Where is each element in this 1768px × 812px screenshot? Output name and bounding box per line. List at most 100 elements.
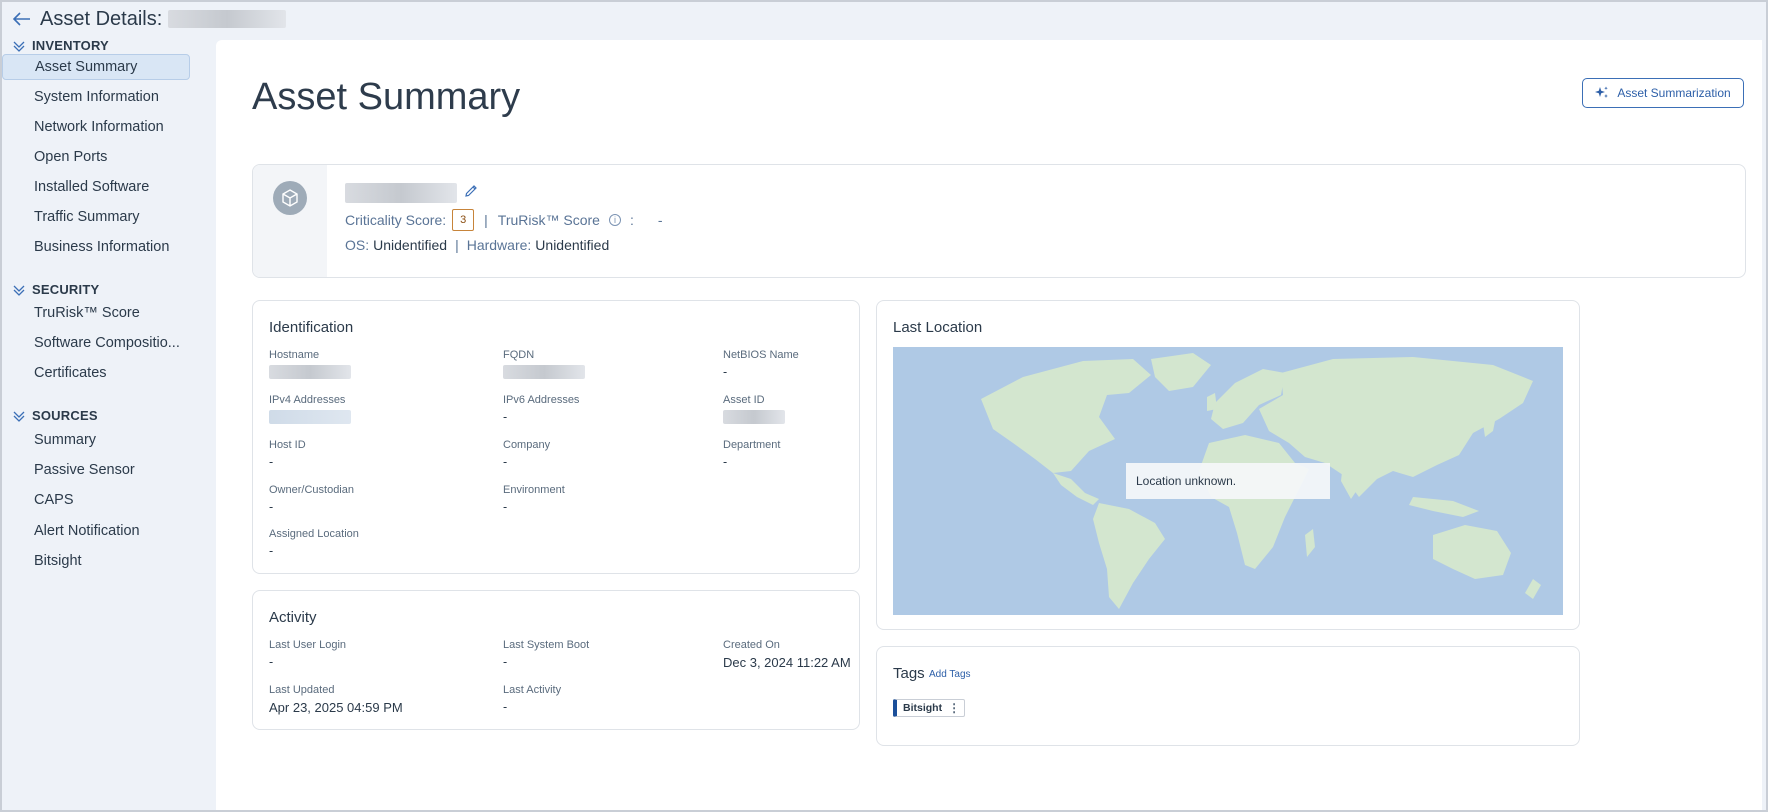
sidebar-item-system-information[interactable]: System Information [2,84,190,110]
sidebar-item-open-ports[interactable]: Open Ports [2,144,190,170]
os-value: Unidentified [373,237,448,253]
field-label: IPv6 Addresses [503,394,580,406]
os-label: OS: [345,237,370,253]
field-label: Assigned Location [269,528,359,540]
page-title: Asset Summary [252,76,521,118]
info-icon[interactable]: i [608,214,621,226]
last-user-login-field: Last User Login - [269,639,346,669]
section-sources-header[interactable]: SOURCES [12,408,98,423]
hardware-value: Unidentified [535,237,610,253]
field-label: NetBIOS Name [723,349,799,361]
asset-header-card: Criticality Score: 3 | TruRisk™ Score i … [252,164,1746,278]
section-sources-title: SOURCES [32,408,98,423]
identification-title: Identification [269,319,354,336]
sidebar-item-traffic-summary[interactable]: Traffic Summary [2,204,190,230]
tag-chip[interactable]: Bitsight ⋮ [893,699,966,717]
field-value: - [503,700,508,714]
sidebar-item-certificates[interactable]: Certificates [2,360,190,386]
trurisk-colon: : [629,212,634,228]
field-value: - [503,410,508,424]
page-header-title: Asset Details: [40,7,163,30]
sparkle-icon [1595,86,1609,98]
back-arrow-icon[interactable] [12,9,32,29]
score-row: Criticality Score: 3 | TruRisk™ Score i … [345,209,663,231]
sidebar-item-bitsight[interactable]: Bitsight [2,548,190,574]
field-value: Dec 3, 2024 11:22 AM [723,655,851,670]
sidebar-item-network-information[interactable]: Network Information [2,114,190,140]
section-security-header[interactable]: SECURITY [12,282,99,297]
field-label: Company [503,439,551,451]
field-value: - [503,455,508,469]
last-location-title: Last Location [893,319,983,336]
tags-title: Tags [893,665,925,682]
field-value: - [269,544,274,558]
field-value: - [723,455,728,469]
field-value: - [723,365,728,379]
environment-field: Environment - [503,484,565,514]
section-inventory-header[interactable]: INVENTORY [12,38,109,53]
field-label: Host ID [269,439,306,451]
pencil-edit-icon[interactable] [463,183,479,199]
field-label: Department [723,439,781,451]
created-on-field: Created On Dec 3, 2024 11:22 AM [723,639,851,670]
field-label: IPv4 Addresses [269,394,346,406]
sidebar-item-caps[interactable]: CAPS [2,487,190,513]
asset-id-field: Asset ID [723,394,785,429]
last-location-card: Last Location Location unknown. [876,300,1580,630]
field-label: Last System Boot [503,639,590,651]
last-updated-field: Last Updated Apr 23, 2025 04:59 PM [269,684,403,715]
ipv6-field: IPv6 Addresses - [503,394,579,424]
section-inventory-title: INVENTORY [32,38,109,53]
owner-field: Owner/Custodian - [269,484,354,514]
chevron-down-icon [13,41,25,52]
field-label: Owner/Custodian [269,484,354,496]
sidebar: INVENTORY Asset Summary System Informati… [0,38,214,808]
ipv4-field: IPv4 Addresses [269,394,351,429]
field-value: - [503,655,508,669]
activity-card: Activity Last User Login - Last System B… [252,590,860,730]
asset-name-redacted [345,183,457,203]
os-hardware-row: OS: Unidentified | Hardware: Unidentifie… [345,237,609,253]
field-value: Apr 23, 2025 04:59 PM [269,700,403,715]
fqdn-redacted [503,365,585,379]
sidebar-item-asset-summary[interactable]: Asset Summary [2,54,190,80]
field-label: Last User Login [269,639,347,651]
sidebar-item-business-information[interactable]: Business Information [2,234,190,260]
asset-summarization-button[interactable]: Asset Summarization [1582,78,1744,108]
hardware-label: Hardware: [466,237,532,253]
sidebar-item-summary[interactable]: Summary [2,427,190,453]
host-id-field: Host ID - [269,439,306,469]
main-panel: Asset Summary Asset Summarization Critic… [216,40,1762,810]
sidebar-item-installed-software[interactable]: Installed Software [2,174,190,200]
more-vertical-icon[interactable]: ⋮ [948,701,960,715]
company-field: Company - [503,439,550,469]
asset-name-redacted [168,10,287,28]
sidebar-item-alert-notification[interactable]: Alert Notification [2,518,190,544]
field-label: Last Updated [269,684,335,696]
location-unknown-message: Location unknown. [1126,463,1330,499]
field-value: - [269,455,274,469]
top-bar: Asset Details: [0,0,1768,38]
sidebar-item-trurisk-score[interactable]: TruRisk™ Score [2,300,190,326]
asset-id-redacted [723,410,785,424]
field-label: Last Activity [503,684,562,696]
world-map[interactable]: Location unknown. [893,347,1563,615]
field-label: Hostname [269,349,320,361]
asset-cube-icon [273,181,307,215]
field-label: Created On [723,639,780,651]
hostname-field: Hostname [269,349,351,384]
criticality-score-label: Criticality Score: [345,212,447,228]
hostname-redacted [269,365,351,379]
last-activity-field: Last Activity - [503,684,561,714]
separator: | [484,212,488,228]
tag-label: Bitsight [903,702,943,714]
field-label: Asset ID [723,394,765,406]
field-value: - [503,500,508,514]
sidebar-item-software-composition[interactable]: Software Compositio... [2,330,190,356]
chevron-down-icon [13,411,25,422]
asset-summarization-label: Asset Summarization [1617,86,1731,100]
add-tags-link[interactable]: Add Tags [929,669,971,680]
sidebar-item-passive-sensor[interactable]: Passive Sensor [2,457,190,483]
ipv4-redacted [269,410,351,424]
fqdn-field: FQDN [503,349,585,384]
